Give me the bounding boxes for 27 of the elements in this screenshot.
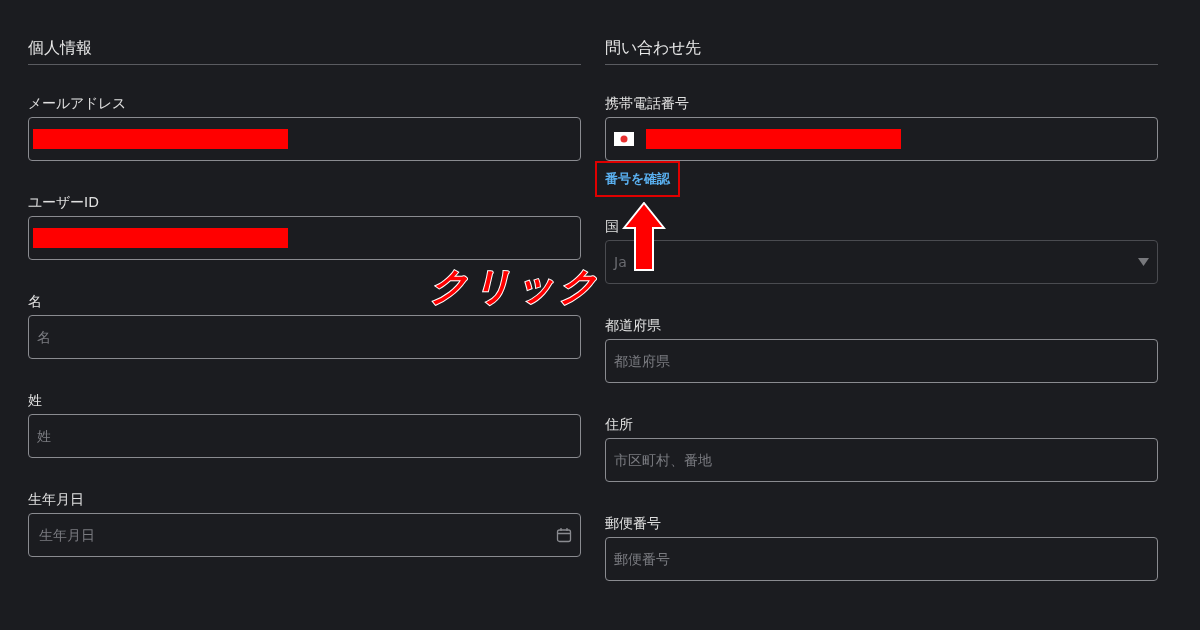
section-title: 問い合わせ先 [605, 36, 1158, 65]
field-label: メールアドレス [28, 94, 126, 113]
field-label: 郵便番号 [605, 514, 661, 533]
field-label: 生年月日 [28, 490, 84, 509]
field-label: 姓 [28, 391, 42, 410]
field-label: 都道府県 [605, 316, 661, 335]
field-label: 携帯電話番号 [605, 94, 689, 113]
input-field[interactable]: 市区町村、番地 [605, 438, 1158, 482]
input-field[interactable] [28, 117, 581, 161]
input-field[interactable]: 都道府県 [605, 339, 1158, 383]
field-label: 国 [605, 217, 619, 236]
field-label: 住所 [605, 415, 633, 434]
input-field[interactable]: 名 [28, 315, 581, 359]
date-field[interactable]: 生年月日 [28, 513, 581, 557]
section-title: 個人情報 [28, 36, 581, 65]
input-field[interactable]: 郵便番号 [605, 537, 1158, 581]
flag-icon [614, 132, 634, 146]
field-label: ユーザーID [28, 193, 99, 212]
input-field[interactable]: 姓 [28, 414, 581, 458]
verify-link[interactable]: 番号を確認 [605, 169, 670, 189]
calendar-icon[interactable] [556, 527, 572, 543]
caret-icon [1138, 258, 1149, 266]
input-field[interactable] [28, 216, 581, 260]
date-input[interactable]: 生年月日 [37, 523, 556, 547]
field-label: 名 [28, 292, 42, 311]
phone-field[interactable] [605, 117, 1158, 161]
annotation-text: クリック [430, 266, 602, 308]
